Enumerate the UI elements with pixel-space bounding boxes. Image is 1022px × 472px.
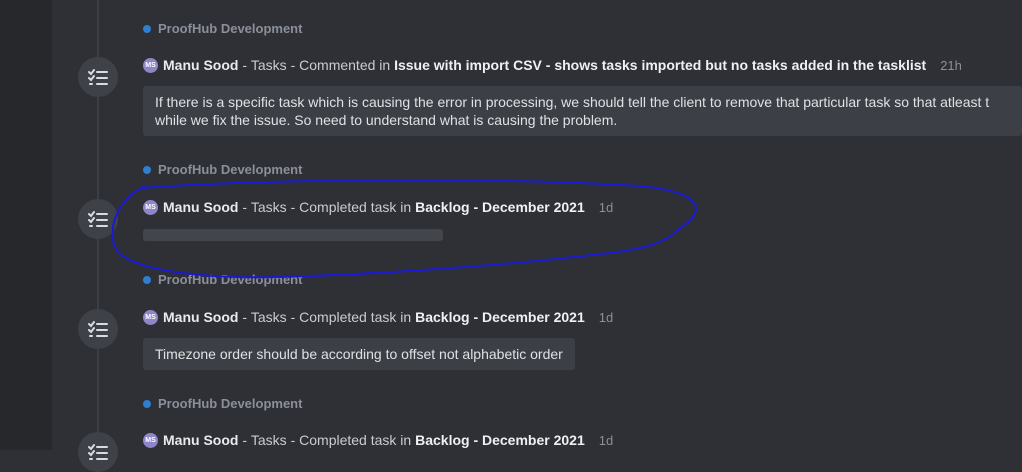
comment-line: If there is a specific task which is cau… <box>155 94 990 110</box>
user-name[interactable]: Manu Sood <box>163 57 238 73</box>
module-name: Tasks <box>250 309 287 325</box>
project-label[interactable]: ProofHub Development <box>143 272 302 287</box>
target-link[interactable]: Backlog - December 2021 <box>415 309 585 325</box>
separator: - <box>286 57 300 73</box>
action-text: Commented in <box>299 57 395 73</box>
action-text: Completed task in <box>299 199 416 215</box>
module-name: Tasks <box>250 199 287 215</box>
project-name: ProofHub Development <box>158 396 303 411</box>
separator: - <box>286 432 300 448</box>
activity-entry: MS Manu Sood - Tasks - Completed task in… <box>143 432 613 448</box>
project-name: ProofHub Development <box>158 21 303 36</box>
target-link[interactable]: Issue with import CSV - shows tasks impo… <box>394 57 926 73</box>
loading-placeholder <box>143 229 443 241</box>
avatar[interactable]: MS <box>143 432 158 448</box>
module-name: Tasks <box>250 432 287 448</box>
timestamp: 1d <box>598 432 614 448</box>
comment-line: while we fix the issue. So need to under… <box>155 112 618 128</box>
project-dot-icon <box>143 24 151 33</box>
timestamp: 21h <box>940 57 962 73</box>
target-link[interactable]: Backlog - December 2021 <box>415 199 585 215</box>
task-list-icon <box>78 432 118 472</box>
module-name: Tasks <box>250 57 287 73</box>
task-list-icon <box>78 57 118 97</box>
left-sidebar <box>0 0 52 450</box>
project-name: ProofHub Development <box>158 272 303 287</box>
avatar[interactable]: MS <box>143 309 158 325</box>
task-list-icon <box>78 309 118 349</box>
project-label[interactable]: ProofHub Development <box>143 162 302 177</box>
comment-box: If there is a specific task which is cau… <box>143 86 1022 136</box>
user-name[interactable]: Manu Sood <box>163 199 238 215</box>
project-dot-icon <box>143 275 151 284</box>
action-text: Completed task in <box>299 432 416 448</box>
project-name: ProofHub Development <box>158 162 303 177</box>
comment-box: Timezone order should be according to of… <box>143 338 575 370</box>
task-list-icon <box>78 199 118 239</box>
action-text: Completed task in <box>299 309 416 325</box>
activity-entry: MS Manu Sood - Tasks - Completed task in… <box>143 309 613 325</box>
project-dot-icon <box>143 165 151 174</box>
project-label[interactable]: ProofHub Development <box>143 396 302 411</box>
activity-entry: MS Manu Sood - Tasks - Completed task in… <box>143 199 613 215</box>
comment-text: Timezone order should be according to of… <box>155 346 563 362</box>
user-name[interactable]: Manu Sood <box>163 432 238 448</box>
avatar[interactable]: MS <box>143 57 158 73</box>
project-dot-icon <box>143 399 151 408</box>
separator: - <box>238 432 251 448</box>
separator: - <box>286 309 300 325</box>
separator: - <box>238 199 251 215</box>
activity-entry: MS Manu Sood - Tasks - Commented in Issu… <box>143 57 962 73</box>
avatar[interactable]: MS <box>143 199 158 215</box>
separator: - <box>238 309 251 325</box>
project-label[interactable]: ProofHub Development <box>143 21 302 36</box>
separator: - <box>238 57 251 73</box>
timestamp: 1d <box>598 309 614 325</box>
timestamp: 1d <box>598 199 614 215</box>
separator: - <box>286 199 300 215</box>
user-name[interactable]: Manu Sood <box>163 309 238 325</box>
target-link[interactable]: Backlog - December 2021 <box>415 432 585 448</box>
